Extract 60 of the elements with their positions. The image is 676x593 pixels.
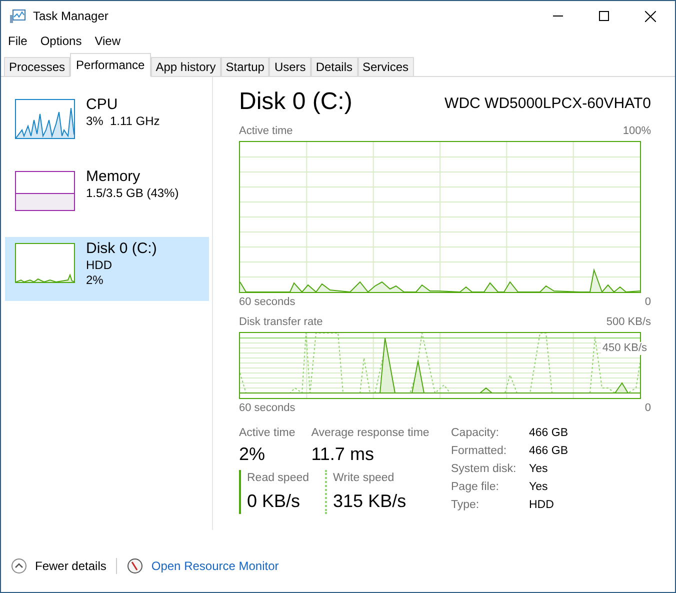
item-title: CPU	[86, 95, 119, 114]
property-label: Capacity:	[451, 426, 500, 441]
tab[interactable]: Details	[310, 57, 358, 77]
close-icon	[644, 10, 656, 22]
graph-span: 60 seconds	[239, 400, 296, 416]
property-value: 466 GB	[529, 426, 568, 441]
property-label: System disk:	[451, 462, 518, 478]
menu-item[interactable]: View	[94, 32, 120, 50]
graph-max: 100%	[622, 124, 651, 139]
tab[interactable]: Performance	[70, 53, 151, 77]
item-detail: 3% 1.11 GHz	[86, 114, 160, 129]
graph-label: Active time	[239, 124, 293, 139]
fewer-details-link[interactable]: Fewer details	[35, 557, 106, 575]
property-value: HDD	[529, 498, 555, 514]
tab[interactable]: Processes	[4, 57, 70, 77]
app-icon	[10, 9, 26, 23]
stat-value: 11.7 ms	[311, 443, 375, 466]
graph-span: 60 seconds	[239, 294, 296, 310]
sidebar-item[interactable]: Disk 0 (C:) HDD 2%	[5, 237, 209, 301]
stat-value: 2%	[239, 443, 266, 466]
memory-graph	[15, 171, 75, 211]
property-value: Yes	[529, 462, 549, 478]
property-label: Page file:	[451, 480, 500, 496]
property-label: Type:	[451, 498, 480, 514]
item-title: Disk 0 (C:)	[86, 239, 157, 258]
tab[interactable]: Startup	[220, 57, 270, 77]
collapse-icon[interactable]	[11, 558, 27, 574]
property-label: Formatted:	[451, 444, 508, 460]
graph-min: 0	[644, 294, 651, 310]
resource-monitor-icon	[127, 558, 144, 574]
maximize-icon	[599, 11, 609, 21]
graph-marker: 450 KB/s	[601, 342, 648, 354]
menu-item[interactable]: Options	[40, 32, 82, 50]
speed-value: 0 KB/s	[247, 490, 302, 512]
menu-item[interactable]: File	[8, 32, 28, 50]
disk-model: WDC WD5000LPCX-60VHAT0	[444, 94, 651, 114]
item-title: Memory	[86, 167, 142, 186]
speed-value: 315 KB/s	[333, 490, 406, 512]
item-detail: 1.5/3.5 GB (43%)	[86, 186, 179, 201]
disk-title: Disk 0 (C:)	[239, 87, 352, 117]
sidebar-item[interactable]: Memory 1.5/3.5 GB (43%)	[5, 165, 209, 229]
speed-label: Read speed	[247, 471, 310, 486]
graph-label: Disk transfer rate	[239, 315, 323, 330]
sidebar-item[interactable]: CPU 3% 1.11 GHz	[5, 93, 209, 157]
property-value: 466 GB	[529, 444, 568, 460]
item-detail: 2%	[86, 273, 104, 288]
speed-label: Write speed	[333, 471, 396, 486]
tab[interactable]: Services	[358, 57, 414, 77]
disk-graph	[15, 243, 75, 283]
item-detail: HDD	[86, 258, 113, 273]
graph-min: 0	[644, 400, 651, 416]
resource-monitor-link[interactable]: Open Resource Monitor	[151, 557, 279, 575]
tab[interactable]: Users	[269, 57, 311, 77]
window-title: Task Manager	[33, 8, 108, 25]
stat-label: Average response time	[311, 426, 430, 441]
tab[interactable]: App history	[150, 57, 221, 77]
stat-label: Active time	[239, 426, 296, 441]
property-value: Yes	[529, 480, 549, 496]
cpu-graph	[15, 99, 75, 139]
graph-max: 500 KB/s	[606, 315, 651, 330]
